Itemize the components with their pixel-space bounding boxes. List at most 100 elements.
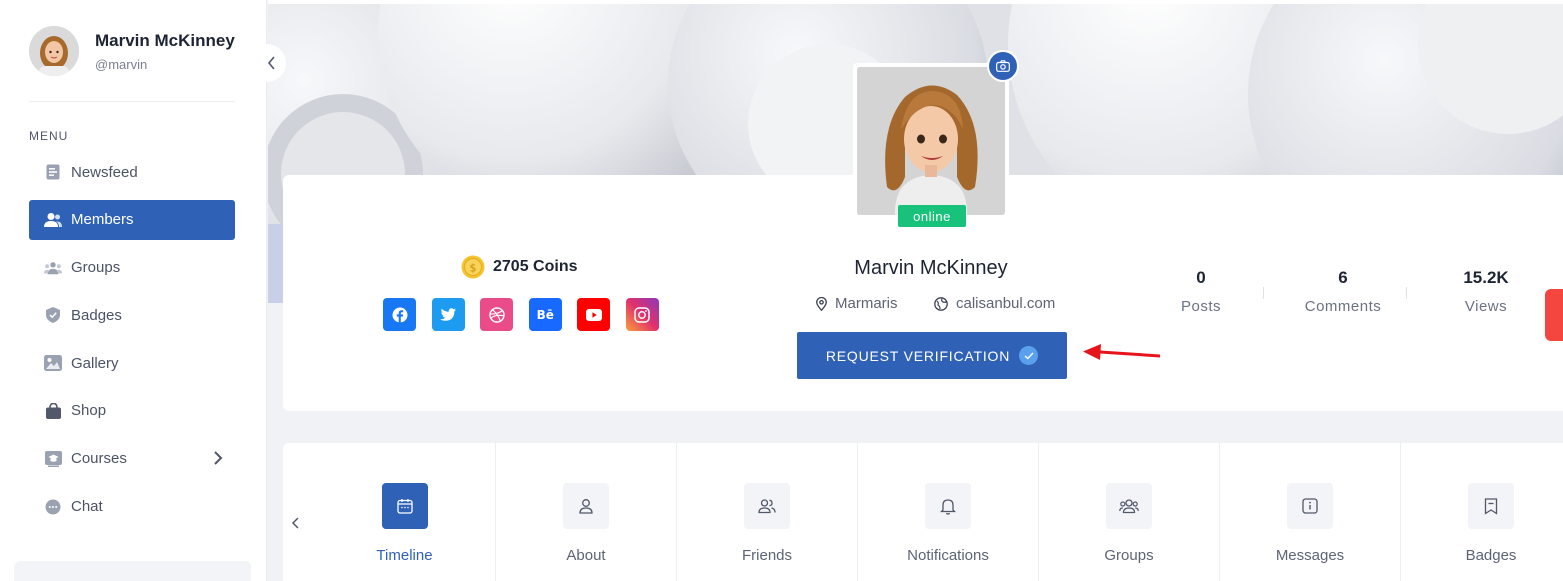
sidebar-item-label: Courses (71, 450, 127, 468)
check-badge-icon (1019, 346, 1039, 365)
tab-label: Timeline (376, 547, 433, 564)
request-verification-label: REQUEST VERIFICATION (825, 347, 1011, 364)
chevron-left-icon (291, 517, 299, 529)
behance-button[interactable]: Bē (528, 298, 562, 331)
coin-icon: $ (461, 255, 485, 279)
sidebar-item-label: Shop (71, 402, 107, 420)
profile-avatar-image (857, 67, 1005, 215)
user-icon (44, 211, 62, 229)
profile-location: Marmaris (816, 295, 898, 312)
sidebar: Marvin McKinney @marvin MENU Newsfeed Me… (0, 0, 267, 581)
globe-icon (934, 296, 948, 311)
sidebar-item-badges[interactable]: Badges (29, 295, 235, 335)
chat-icon (44, 498, 62, 516)
bag-icon (44, 402, 62, 420)
group-icon (44, 259, 62, 277)
bell-icon (925, 483, 971, 529)
tab-label: Friends (741, 547, 793, 564)
sidebar-user[interactable]: Marvin McKinney @marvin (29, 26, 235, 76)
menu-label: MENU (29, 129, 69, 143)
chevron-left-icon (267, 56, 275, 70)
dribbble-icon (488, 306, 505, 323)
friends-icon (744, 483, 790, 529)
sidebar-user-text: Marvin McKinney @marvin (95, 31, 235, 72)
sidebar-user-name: Marvin McKinney (95, 30, 235, 50)
stat-value: 15.2K (1463, 268, 1509, 287)
dribbble-button[interactable] (480, 298, 514, 331)
location-pin-icon (816, 296, 827, 311)
status-badge: online (898, 205, 966, 227)
sidebar-nav: Newsfeed Members Groups Badges Gallery S… (29, 152, 235, 534)
sidebar-item-label: Chat (71, 498, 103, 516)
sidebar-divider (29, 101, 235, 102)
twitter-button[interactable] (431, 298, 465, 331)
sidebar-item-label: Gallery (71, 354, 119, 372)
stat-divider (1263, 287, 1264, 299)
facebook-icon (392, 307, 407, 323)
tab-label: Badges (1465, 547, 1517, 564)
tab-label: Messages (1275, 547, 1345, 564)
tab-messages[interactable]: Messages (1219, 443, 1400, 581)
social-links: Bē (383, 298, 675, 331)
course-icon (44, 450, 62, 468)
sidebar-item-courses[interactable]: Courses (29, 439, 235, 479)
stat-comments[interactable]: 6 Comments (1283, 268, 1403, 315)
document-icon (44, 163, 62, 181)
user-icon (563, 483, 609, 529)
bookmark-icon (1468, 483, 1514, 529)
svg-text:$: $ (470, 261, 477, 274)
youtube-button[interactable] (577, 298, 611, 331)
stat-value: 0 (1196, 268, 1206, 287)
calendar-icon (381, 483, 428, 529)
sidebar-item-newsfeed[interactable]: Newsfeed (29, 152, 235, 192)
sidebar-item-shop[interactable]: Shop (29, 391, 235, 431)
tab-groups[interactable]: Groups (1038, 443, 1219, 581)
sidebar-item-chat[interactable]: Chat (29, 487, 235, 527)
sidebar-item-gallery[interactable]: Gallery (29, 343, 235, 383)
camera-icon (996, 60, 1010, 72)
stat-label: Views (1464, 298, 1508, 315)
tab-notifications[interactable]: Notifications (857, 443, 1038, 581)
avatar[interactable] (29, 26, 79, 76)
annotation-arrow-icon (1083, 344, 1161, 360)
tab-about[interactable]: About (495, 443, 676, 581)
sidebar-item-groups[interactable]: Groups (29, 248, 235, 288)
sidebar-item-members[interactable]: Members (29, 199, 235, 240)
youtube-icon (585, 308, 602, 321)
tab-label: Notifications (907, 547, 989, 564)
group-icon (1106, 483, 1152, 529)
behance-icon: Bē (536, 307, 554, 322)
stat-views[interactable]: 15.2K Views (1426, 268, 1546, 315)
facebook-button[interactable] (383, 298, 416, 331)
stat-divider (1406, 287, 1407, 299)
profile-avatar[interactable] (853, 63, 1009, 219)
sidebar-bottom-panel (14, 561, 251, 581)
stat-label: Comments (1304, 298, 1382, 315)
change-avatar-button[interactable] (987, 50, 1019, 82)
chevron-right-icon[interactable] (213, 450, 223, 470)
instagram-icon (634, 306, 651, 323)
stat-posts[interactable]: 0 Posts (1141, 268, 1261, 315)
image-icon (44, 354, 62, 372)
tab-timeline[interactable]: Timeline (314, 443, 495, 581)
sidebar-item-label: Newsfeed (71, 163, 138, 181)
info-icon (1287, 483, 1333, 529)
tab-friends[interactable]: Friends (676, 443, 857, 581)
tab-label: About (566, 547, 606, 564)
profile-name: Marvin McKinney (854, 257, 1008, 279)
request-verification-button[interactable]: REQUEST VERIFICATION (797, 332, 1067, 379)
location-text: Marmaris (835, 295, 898, 312)
twitter-icon (440, 308, 457, 321)
sidebar-item-label: Badges (71, 306, 122, 324)
stat-label: Posts (1180, 298, 1221, 315)
tab-badges[interactable]: Badges (1400, 443, 1563, 581)
website-link[interactable]: calisanbul.com (956, 295, 1055, 312)
tab-label: Groups (1104, 547, 1154, 564)
profile-website[interactable]: calisanbul.com (934, 295, 1055, 312)
tabs-prev-button[interactable] (290, 514, 302, 537)
instagram-button[interactable] (625, 298, 659, 331)
side-action-button[interactable] (1545, 289, 1563, 341)
coins-balance: $ 2705 Coins (461, 255, 577, 279)
sidebar-item-label: Groups (71, 259, 121, 277)
shield-icon (44, 306, 62, 324)
